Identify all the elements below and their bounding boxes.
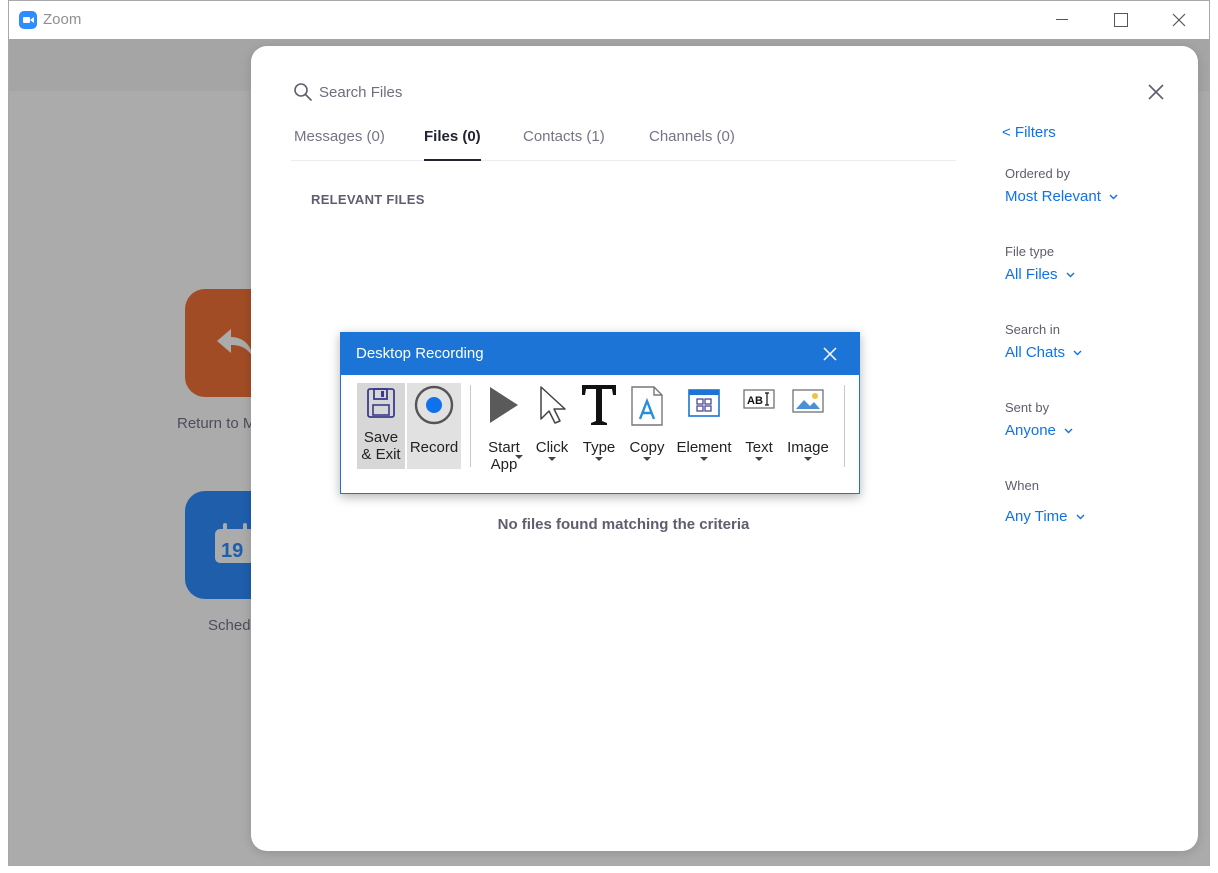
search-icon: [294, 83, 312, 101]
filter-label-ordered-by: Ordered by: [1005, 166, 1071, 181]
chevron-down-icon: [1064, 428, 1073, 434]
filter-search-in-dropdown[interactable]: All Chats: [1005, 344, 1082, 361]
chevron-down-icon: [1066, 272, 1075, 278]
record-icon: [414, 385, 454, 425]
floppy-disk-icon: [367, 388, 395, 418]
text-dropdown-arrow: [755, 457, 763, 461]
filter-search-in-value: All Chats: [1005, 344, 1066, 361]
filter-label-file-type: File type: [1005, 244, 1055, 259]
filter-sent-by-dropdown[interactable]: Anyone: [1005, 422, 1073, 439]
image-dropdown-arrow: [804, 457, 812, 461]
click-dropdown-arrow: [548, 457, 556, 461]
element-label: Element: [676, 439, 732, 456]
record-button[interactable]: Record: [407, 383, 461, 469]
filter-ordered-by-dropdown[interactable]: Most Relevant: [1005, 188, 1118, 205]
window-close-button[interactable]: [1156, 7, 1202, 33]
chevron-down-icon: [1076, 514, 1085, 520]
save-exit-label: Save & Exit: [361, 429, 401, 463]
toolbar-separator: [470, 385, 471, 467]
copy-button[interactable]: Copy: [625, 383, 669, 469]
close-icon: [1172, 13, 1186, 27]
filters-link[interactable]: < Filters: [1002, 124, 1056, 141]
text-button[interactable]: AB Text: [739, 383, 779, 469]
start-app-dropdown-arrow: [515, 455, 523, 459]
record-label: Record: [409, 439, 459, 456]
zoom-logo-icon: [19, 11, 37, 29]
type-label: Type: [582, 439, 616, 456]
window-title: Zoom: [43, 11, 82, 28]
tab-channels[interactable]: Channels (0): [649, 128, 735, 161]
desktop-recording-dialog: Desktop Recording Save & Exit Record Sta…: [340, 332, 860, 494]
close-icon[interactable]: [1146, 82, 1166, 102]
recording-title-bar: Desktop Recording: [341, 333, 859, 375]
filter-file-type-value: All Files: [1005, 266, 1058, 283]
copy-icon: [631, 386, 663, 426]
toolbar-separator: [844, 385, 845, 467]
copy-label: Copy: [629, 439, 665, 456]
element-icon: [688, 389, 720, 417]
image-button[interactable]: Image: [783, 383, 833, 469]
minimize-button[interactable]: [1039, 7, 1085, 33]
filter-when-value: Any Time: [1005, 508, 1068, 525]
empty-state-message: No files found matching the criteria: [497, 516, 750, 533]
image-icon: [792, 389, 824, 413]
copy-dropdown-arrow: [643, 457, 651, 461]
filter-file-type-dropdown[interactable]: All Files: [1005, 266, 1075, 283]
chevron-down-icon: [1073, 350, 1082, 356]
relevant-files-heading: RELEVANT FILES: [311, 192, 425, 207]
play-icon: [490, 387, 518, 423]
search-input[interactable]: [319, 80, 879, 104]
tab-files[interactable]: Files (0): [424, 128, 481, 161]
filter-sent-by-value: Anyone: [1005, 422, 1056, 439]
recording-title: Desktop Recording: [356, 345, 484, 362]
filter-when-dropdown[interactable]: Any Time: [1005, 508, 1085, 525]
filter-ordered-by-value: Most Relevant: [1005, 188, 1101, 205]
filter-label-when: When: [1005, 478, 1039, 493]
click-label: Click: [535, 439, 569, 456]
type-dropdown-arrow: [595, 457, 603, 461]
text-field-icon: AB: [743, 389, 775, 409]
tab-contacts[interactable]: Contacts (1): [523, 128, 605, 161]
start-app-button[interactable]: Start App: [479, 383, 529, 473]
tab-messages[interactable]: Messages (0): [294, 128, 385, 161]
click-button[interactable]: Click: [531, 383, 573, 469]
element-dropdown-arrow: [700, 457, 708, 461]
text-label: Text: [745, 439, 773, 456]
search-tabs: Messages (0) Files (0) Contacts (1) Chan…: [291, 118, 956, 161]
type-button[interactable]: Type: [577, 383, 621, 469]
type-icon: [582, 385, 616, 425]
filter-label-search-in: Search in: [1005, 322, 1060, 337]
element-button[interactable]: Element: [673, 383, 735, 469]
image-label: Image: [787, 439, 829, 456]
close-icon[interactable]: [820, 344, 840, 364]
filter-label-sent-by: Sent by: [1005, 400, 1050, 415]
text-field-icon-label: AB: [747, 395, 763, 407]
maximize-button[interactable]: [1097, 7, 1143, 33]
save-exit-button[interactable]: Save & Exit: [357, 383, 405, 469]
title-bar: Zoom: [9, 1, 1209, 39]
chevron-down-icon: [1109, 194, 1118, 200]
cursor-icon: [540, 386, 566, 424]
